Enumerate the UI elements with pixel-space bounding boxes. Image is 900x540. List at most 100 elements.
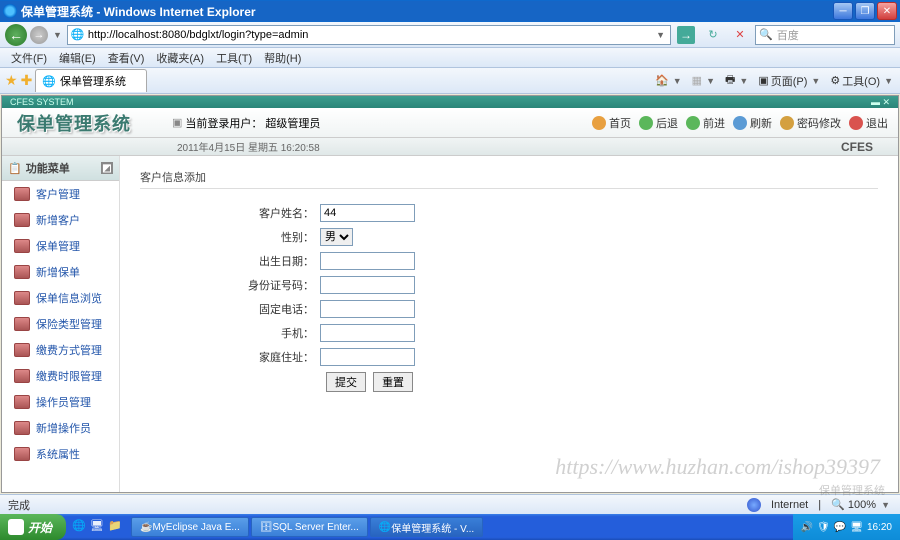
select-gender[interactable]: 男 (320, 228, 353, 246)
feed-tool[interactable]: ▦ ▼ (692, 71, 717, 90)
windows-logo-icon (8, 519, 24, 535)
nav-forward-button[interactable]: → (30, 26, 48, 44)
nav-back-button[interactable]: ← (5, 24, 27, 46)
sidebar-item-policy-mgmt[interactable]: 保单管理 (2, 233, 119, 259)
tray-icon[interactable]: 🔊 (801, 522, 813, 533)
item-icon (14, 291, 30, 305)
zoom-label[interactable]: 🔍 100% ▼ (831, 498, 892, 511)
task-sqlserver[interactable]: 🗄 SQL Server Enter... (251, 517, 368, 537)
tray-icon[interactable]: 🛡 (817, 522, 830, 533)
item-icon (14, 447, 30, 461)
item-icon (14, 421, 30, 435)
sidebar-header[interactable]: 📋 功能菜单 ◩ (2, 156, 119, 181)
favorites-star-icon[interactable]: ★ (5, 72, 18, 89)
action-back[interactable]: 后退 (639, 115, 678, 131)
action-exit[interactable]: 退出 (849, 115, 888, 131)
brand-label: CFES (841, 140, 883, 154)
quicklaunch-app-icon[interactable]: 📁 (108, 519, 124, 535)
search-placeholder: 百度 (777, 27, 799, 43)
start-button[interactable]: 开始 (0, 514, 66, 540)
sidebar-item-add-policy[interactable]: 新增保单 (2, 259, 119, 285)
task-ie[interactable]: 🌐 保单管理系统 - V... (370, 517, 483, 537)
tools-tool[interactable]: ⚙ 工具(O) ▼ (830, 71, 895, 90)
tab-icon: 🌐 (42, 75, 56, 88)
sidebar-item-add-operator[interactable]: 新增操作员 (2, 415, 119, 441)
input-mobile[interactable] (320, 324, 415, 342)
app-mini-title: CFES SYSTEM (10, 97, 74, 107)
current-user: 超级管理员 (265, 115, 320, 131)
page-icon: 🌐 (71, 28, 85, 42)
label-phone: 固定电话： (140, 301, 320, 317)
input-idcard[interactable] (320, 276, 415, 294)
menu-edit[interactable]: 编辑(E) (53, 48, 102, 68)
add-favorite-icon[interactable]: ✚ (21, 72, 33, 89)
action-password[interactable]: 密码修改 (780, 115, 841, 131)
sidebar-item-system-props[interactable]: 系统属性 (2, 441, 119, 467)
action-refresh[interactable]: 刷新 (733, 115, 772, 131)
label-mobile: 手机： (140, 325, 320, 341)
quicklaunch-desktop-icon[interactable]: 🖥 (90, 519, 106, 535)
submit-button[interactable]: 提交 (326, 372, 366, 392)
browser-menubar: 文件(F) 编辑(E) 查看(V) 收藏夹(A) 工具(T) 帮助(H) (0, 48, 900, 68)
input-phone[interactable] (320, 300, 415, 318)
input-birth[interactable] (320, 252, 415, 270)
current-user-label: 当前登录用户： (185, 115, 262, 131)
tray-icon[interactable]: 💬 (834, 522, 846, 533)
minimize-button[interactable]: ─ (833, 2, 853, 20)
page-tool[interactable]: ▣ 页面(P) ▼ (758, 71, 822, 90)
menu-file[interactable]: 文件(F) (5, 48, 53, 68)
url-input[interactable] (88, 29, 654, 41)
sidebar-item-insurance-type[interactable]: 保险类型管理 (2, 311, 119, 337)
maximize-button[interactable]: ❐ (855, 2, 875, 20)
taskbar: 开始 🌐 🖥 📁 ☕ MyEclipse Java E... 🗄 SQL Ser… (0, 514, 900, 540)
stop-button[interactable]: ✕ (728, 24, 752, 46)
sidebar-item-customer-mgmt[interactable]: 客户管理 (2, 181, 119, 207)
tray-icon[interactable]: 🖥 (850, 522, 863, 533)
reset-button[interactable]: 重置 (373, 372, 413, 392)
sidebar-item-payment-method[interactable]: 缴费方式管理 (2, 337, 119, 363)
address-bar[interactable]: 🌐 ▼ (67, 25, 671, 45)
item-icon (14, 369, 30, 383)
browser-tab[interactable]: 🌐 保单管理系统 (35, 69, 147, 92)
sidebar-item-add-customer[interactable]: 新增客户 (2, 207, 119, 233)
print-tool[interactable]: 🖶 ▼ (725, 71, 750, 90)
system-tray[interactable]: 🔊 🛡 💬 🖥 16:20 (793, 514, 900, 540)
action-forward[interactable]: 前进 (686, 115, 725, 131)
clock[interactable]: 16:20 (867, 522, 892, 533)
app-subheader: 2011年4月15日 星期五 16:20:58 CFES (2, 138, 898, 156)
go-button[interactable]: → (677, 26, 695, 44)
menu-tools[interactable]: 工具(T) (210, 48, 258, 68)
task-myeclipse[interactable]: ☕ MyEclipse Java E... (131, 517, 249, 537)
menu-view[interactable]: 查看(V) (102, 48, 151, 68)
url-dropdown-icon[interactable]: ▼ (654, 30, 667, 40)
nav-dropdown-icon[interactable]: ▼ (51, 30, 64, 40)
home-tool[interactable]: 🏠 ▼ (655, 71, 684, 90)
input-name[interactable] (320, 204, 415, 222)
item-icon (14, 343, 30, 357)
window-titlebar: 保单管理系统 - Windows Internet Explorer ─ ❐ ✕ (0, 0, 900, 22)
sidebar-item-operator-mgmt[interactable]: 操作员管理 (2, 389, 119, 415)
sidebar-item-payment-limit[interactable]: 缴费时限管理 (2, 363, 119, 389)
label-address: 家庭住址： (140, 349, 320, 365)
refresh-button[interactable]: ↻ (701, 24, 725, 46)
close-button[interactable]: ✕ (877, 2, 897, 20)
input-address[interactable] (320, 348, 415, 366)
app-mini-close-icon[interactable]: ▬ ✕ (871, 97, 890, 108)
menu-favorites[interactable]: 收藏夹(A) (150, 48, 210, 68)
label-name: 客户姓名： (140, 205, 320, 221)
sidebar: 📋 功能菜单 ◩ 客户管理 新增客户 保单管理 新增保单 保单信息浏览 保险类型… (2, 156, 120, 492)
menu-help[interactable]: 帮助(H) (258, 48, 307, 68)
collapse-icon[interactable]: ◩ (101, 162, 113, 174)
app-header: 保单管理系统 ▣ 当前登录用户： 超级管理员 首页 后退 前进 刷新 密码修改 … (2, 108, 898, 138)
quicklaunch-ie-icon[interactable]: 🌐 (72, 519, 88, 535)
search-box[interactable]: 🔍 百度 (755, 25, 895, 45)
app-logo: 保单管理系统 (2, 110, 162, 136)
browser-statusbar: 完成 Internet | 🔍 100% ▼ (0, 494, 900, 514)
label-birth: 出生日期： (140, 253, 320, 269)
sidebar-item-policy-browse[interactable]: 保单信息浏览 (2, 285, 119, 311)
tab-label: 保单管理系统 (60, 73, 126, 89)
item-icon (14, 213, 30, 227)
sidebar-title: 功能菜单 (26, 160, 70, 176)
action-home[interactable]: 首页 (592, 115, 631, 131)
form-title: 客户信息添加 (140, 166, 878, 189)
